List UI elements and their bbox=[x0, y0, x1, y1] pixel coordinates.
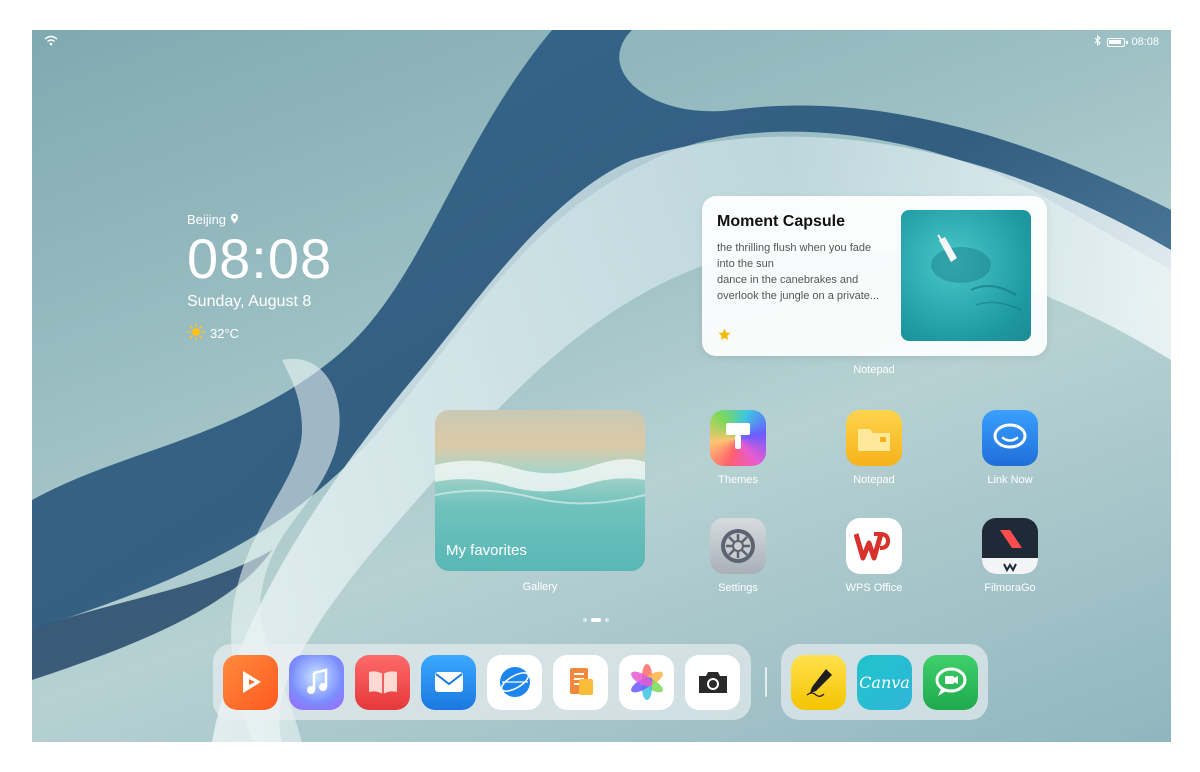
books-icon[interactable] bbox=[355, 654, 410, 710]
capsule-line: overlook the jungle on a private... bbox=[717, 290, 880, 302]
capsule-line: into the sun bbox=[717, 258, 774, 270]
link-now-chat-icon bbox=[982, 410, 1038, 466]
wallpaper bbox=[32, 30, 1171, 742]
app-label: Themes bbox=[718, 474, 758, 486]
app-label: Notepad bbox=[853, 474, 895, 486]
location-pin-icon bbox=[230, 212, 239, 227]
star-icon[interactable] bbox=[718, 328, 731, 346]
clock-time: 08:08 bbox=[187, 227, 333, 290]
app-themes[interactable]: Themes bbox=[698, 410, 778, 486]
notepad-folder-icon bbox=[846, 410, 902, 466]
notepad-widget-label: Notepad bbox=[853, 364, 895, 376]
photos-icon[interactable] bbox=[619, 654, 674, 710]
app-label: Link Now bbox=[987, 474, 1033, 486]
app-settings[interactable]: Settings bbox=[698, 518, 778, 594]
gallery-widget[interactable]: My favorites bbox=[435, 410, 645, 571]
filmorago-icon bbox=[982, 518, 1038, 574]
capsule-text: the thrilling flush when you fade into t… bbox=[717, 240, 892, 304]
capsule-line: the thrilling flush when you fade bbox=[717, 242, 872, 254]
page-indicator[interactable] bbox=[583, 618, 609, 622]
dock-separator bbox=[765, 667, 767, 697]
canva-wordmark: Canva bbox=[859, 672, 910, 692]
wifi-icon bbox=[44, 35, 58, 49]
app-label: FilmoraGo bbox=[984, 582, 1036, 594]
music-icon[interactable] bbox=[289, 654, 344, 710]
capsule-line: dance in the canebrakes and bbox=[717, 274, 859, 286]
dock bbox=[213, 644, 751, 720]
notes-pen-icon[interactable] bbox=[791, 654, 846, 710]
app-wps-office[interactable]: WPS Office bbox=[834, 518, 914, 594]
themes-brush-icon bbox=[710, 410, 766, 466]
app-label: Settings bbox=[718, 582, 758, 594]
app-notepad[interactable]: Notepad bbox=[834, 410, 914, 486]
capsule-title: Moment Capsule bbox=[717, 213, 846, 230]
settings-gear-icon bbox=[710, 518, 766, 574]
page-dot-active[interactable] bbox=[591, 618, 601, 622]
status-bar: 08:08 bbox=[32, 30, 1171, 54]
app-filmorago[interactable]: FilmoraGo bbox=[970, 518, 1050, 594]
gallery-widget-title: My favorites bbox=[446, 542, 527, 559]
sun-icon bbox=[187, 323, 205, 344]
moment-capsule-widget[interactable]: Moment Capsule the thrilling flush when … bbox=[702, 196, 1047, 356]
app-link-now[interactable]: Link Now bbox=[970, 410, 1050, 486]
gallery-label: Gallery bbox=[522, 581, 558, 593]
wps-office-icon bbox=[846, 518, 902, 574]
video-icon[interactable] bbox=[223, 654, 278, 710]
capsule-photo bbox=[901, 210, 1031, 341]
docs-icon[interactable] bbox=[553, 654, 608, 710]
email-icon[interactable] bbox=[421, 654, 476, 710]
city-name: Beijing bbox=[187, 212, 227, 227]
camera-icon[interactable] bbox=[685, 654, 740, 710]
dock-recent-apps: Canva bbox=[781, 644, 988, 720]
page-dot[interactable] bbox=[583, 618, 587, 622]
meetime-icon[interactable] bbox=[923, 654, 978, 710]
app-label: WPS Office bbox=[845, 582, 903, 594]
bluetooth-icon bbox=[1094, 34, 1102, 49]
clock-date: Sunday, August 8 bbox=[187, 293, 312, 310]
battery-icon bbox=[1107, 37, 1129, 47]
page-dot[interactable] bbox=[605, 618, 609, 622]
temperature: 32°C bbox=[210, 326, 240, 341]
clock-weather-widget[interactable]: Beijing 08:08 Sunday, August 8 32°C bbox=[187, 212, 332, 344]
home-screen: 08:08 Beijing 08:08 Sunday, August 8 32°… bbox=[32, 30, 1171, 742]
status-time: 08:08 bbox=[1131, 36, 1159, 48]
canva-icon[interactable]: Canva bbox=[857, 654, 912, 710]
browser-icon[interactable] bbox=[487, 654, 542, 710]
